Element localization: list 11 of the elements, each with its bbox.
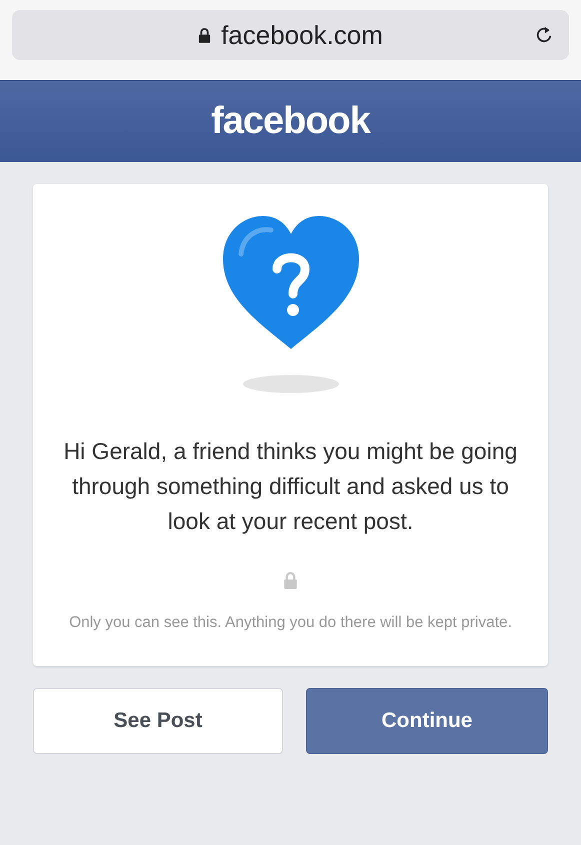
- address-bar[interactable]: facebook.com: [12, 10, 569, 60]
- reload-icon[interactable]: [535, 25, 553, 45]
- see-post-button[interactable]: See Post: [33, 688, 283, 754]
- privacy-note: Only you can see this. Anything you do there will be kept private.: [69, 613, 512, 633]
- message-text: Hi Gerald, a friend thinks you might be going through something difficult and asked us to look at your recent post.: [63, 437, 518, 536]
- lock-icon: [283, 571, 298, 590]
- brand-logo: facebook: [211, 100, 370, 143]
- lock-icon: [198, 26, 212, 44]
- heart-question-icon: [220, 214, 360, 394]
- continue-button[interactable]: Continue: [306, 688, 548, 754]
- url-text: facebook.com: [221, 20, 383, 50]
